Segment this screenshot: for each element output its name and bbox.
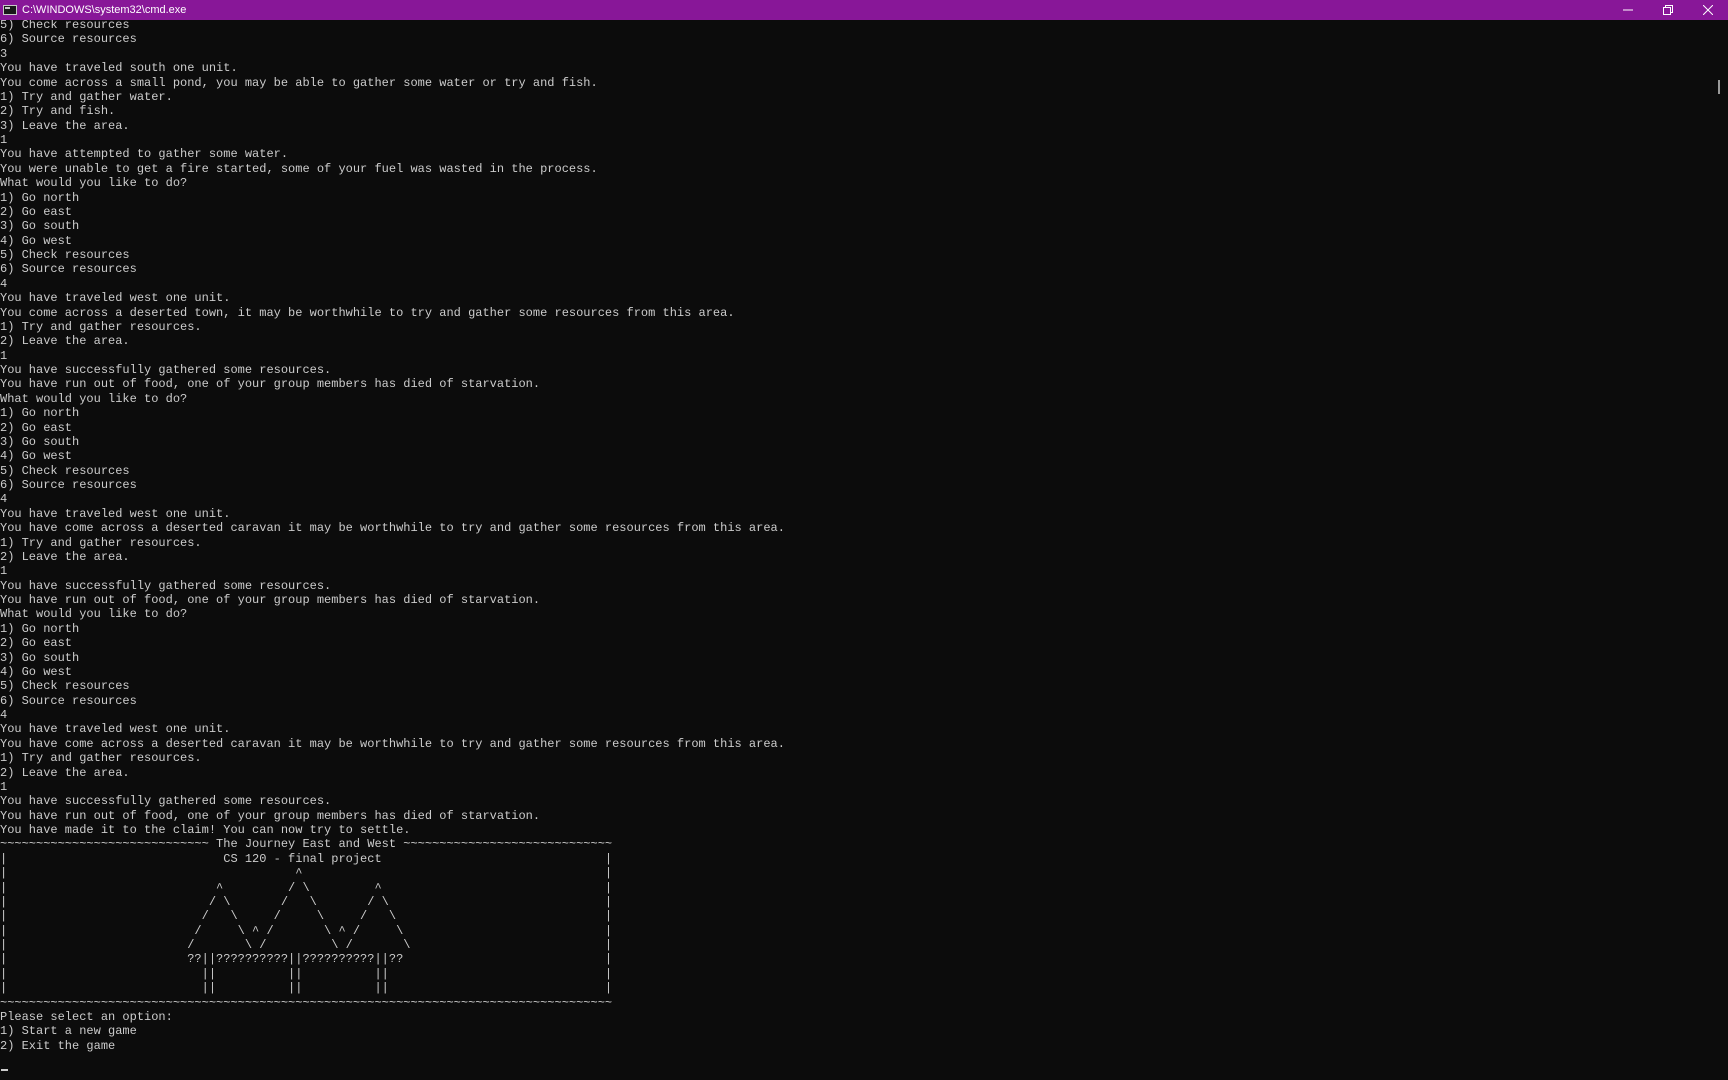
console-line: You come across a small pond, you may be… bbox=[0, 75, 598, 90]
console-line: | / \ / \ / \ | bbox=[0, 909, 613, 924]
console-line: 4) Go west bbox=[0, 449, 73, 464]
console-line: 4 bbox=[0, 708, 8, 722]
console-line: 3) Leave the area. bbox=[0, 118, 130, 133]
cmd-window: C:\WINDOWS\system32\cmd.exe 5) Check res… bbox=[0, 0, 1728, 1080]
console-line: 6) Source resources bbox=[0, 262, 137, 277]
scrollbar-thumb[interactable] bbox=[1718, 80, 1720, 94]
console-app-icon[interactable] bbox=[3, 5, 17, 15]
console-line: 2) Go east bbox=[0, 204, 73, 219]
console-line: | / \ / \ / \ | bbox=[0, 894, 613, 909]
console-line: 1) Try and gather resources. bbox=[0, 751, 202, 766]
console-line: 1 bbox=[0, 779, 8, 794]
console-line: You have come across a deserted caravan … bbox=[0, 521, 785, 536]
console-line: You have traveled west one unit. bbox=[0, 291, 231, 306]
console-line: 2) Go east bbox=[0, 636, 73, 651]
console-line: 2) Go east bbox=[0, 420, 73, 435]
restore-icon bbox=[1663, 5, 1673, 15]
console-line: 1) Try and gather resources. bbox=[0, 319, 202, 334]
console-line: 2) Try and fish. bbox=[0, 104, 116, 119]
console-line: 6) Source resources bbox=[0, 478, 137, 492]
console-line: What would you like to do? bbox=[0, 391, 188, 406]
console-line: | ^ | bbox=[0, 866, 613, 881]
console-line: 6) Source resources bbox=[0, 32, 137, 47]
console-line: You have attempted to gather some water. bbox=[0, 147, 289, 162]
window-title: C:\WINDOWS\system32\cmd.exe bbox=[22, 4, 187, 16]
console-line: 2) Leave the area. bbox=[0, 549, 130, 564]
minimize-button[interactable] bbox=[1608, 0, 1648, 20]
console-line: Please select an option: bbox=[0, 1009, 173, 1024]
console-line: 4) Go west bbox=[0, 233, 73, 248]
window-controls bbox=[1608, 0, 1728, 20]
console-line: 5) Check resources bbox=[0, 463, 130, 478]
console-line: You were unable to get a fire started, s… bbox=[0, 161, 598, 176]
console-line: You have run out of food, one of your gr… bbox=[0, 377, 541, 392]
console-line: You have successfully gathered some reso… bbox=[0, 578, 332, 593]
console-line: You have come across a deserted caravan … bbox=[0, 736, 785, 751]
restore-button[interactable] bbox=[1648, 0, 1688, 20]
vertical-scrollbar[interactable] bbox=[1710, 20, 1728, 1080]
console-line: 1) Try and gather resources. bbox=[0, 535, 202, 550]
console-line: You have successfully gathered some reso… bbox=[0, 794, 332, 809]
console-line: 1) Go north bbox=[0, 406, 80, 421]
console-line: What would you like to do? bbox=[0, 176, 188, 191]
title-bar[interactable]: C:\WINDOWS\system32\cmd.exe bbox=[0, 0, 1728, 20]
text-cursor bbox=[1, 1069, 8, 1071]
console-line: You have successfully gathered some reso… bbox=[0, 363, 332, 377]
console-area[interactable]: 5) Check resources 6) Source resources 3… bbox=[0, 20, 1710, 1080]
console-line: You have run out of food, one of your gr… bbox=[0, 808, 541, 823]
minimize-icon bbox=[1623, 5, 1633, 15]
console-line: 4) Go west bbox=[0, 664, 73, 679]
console-line: 3) Go south bbox=[0, 434, 80, 449]
console-line: 2) Leave the area. bbox=[0, 334, 130, 349]
console-line: 2) Leave the area. bbox=[0, 765, 130, 780]
console-line: 1) Start a new game bbox=[0, 1024, 137, 1039]
console-line: 2) Exit the game bbox=[0, 1038, 116, 1053]
console-line: | ^ / \ ^ | bbox=[0, 880, 613, 895]
console-line: | || || || | bbox=[0, 981, 613, 996]
console-line: You come across a deserted town, it may … bbox=[0, 305, 735, 320]
console-output: 5) Check resources 6) Source resources 3… bbox=[0, 20, 1710, 1053]
console-line: 3 bbox=[0, 46, 8, 61]
close-icon bbox=[1703, 5, 1713, 15]
console-line: | / \ ^ / \ ^ / \ | bbox=[0, 923, 613, 938]
console-line: | CS 120 - final project | bbox=[0, 851, 613, 866]
console-line: What would you like to do? bbox=[0, 607, 188, 622]
console-line: 4 bbox=[0, 492, 8, 507]
console-line: 5) Check resources bbox=[0, 248, 130, 262]
console-line: 1 bbox=[0, 348, 8, 363]
console-line: 1 bbox=[0, 564, 8, 579]
console-line: You have made it to the claim! You can n… bbox=[0, 823, 411, 837]
console-line: You have traveled south one unit. bbox=[0, 61, 238, 76]
console-line: | ??||??????????||??????????||?? | bbox=[0, 952, 613, 967]
console-line: 4 bbox=[0, 276, 8, 291]
console-line: 5) Check resources bbox=[0, 20, 130, 32]
close-button[interactable] bbox=[1688, 0, 1728, 20]
console-line: | || || || | bbox=[0, 966, 613, 981]
console-line: 1) Try and gather water. bbox=[0, 89, 173, 104]
console-line: 3) Go south bbox=[0, 650, 80, 665]
console-line: | / \ / \ / \ | bbox=[0, 938, 613, 952]
console-line: You have run out of food, one of your gr… bbox=[0, 593, 541, 607]
console-line: 3) Go south bbox=[0, 219, 80, 234]
console-line: 1 bbox=[0, 133, 8, 147]
console-line: ~~~~~~~~~~~~~~~~~~~~~~~~~~~~~~~~~~~~~~~~… bbox=[0, 995, 613, 1010]
console-line: 1) Go north bbox=[0, 190, 80, 205]
console-line: 6) Source resources bbox=[0, 693, 137, 708]
console-line: You have traveled west one unit. bbox=[0, 722, 231, 737]
console-line: ~~~~~~~~~~~~~~~~~~~~~~~~~~~~~ The Journe… bbox=[0, 837, 613, 852]
console-line: 5) Check resources bbox=[0, 679, 130, 694]
console-line: You have traveled west one unit. bbox=[0, 506, 231, 521]
console-line: 1) Go north bbox=[0, 621, 80, 636]
